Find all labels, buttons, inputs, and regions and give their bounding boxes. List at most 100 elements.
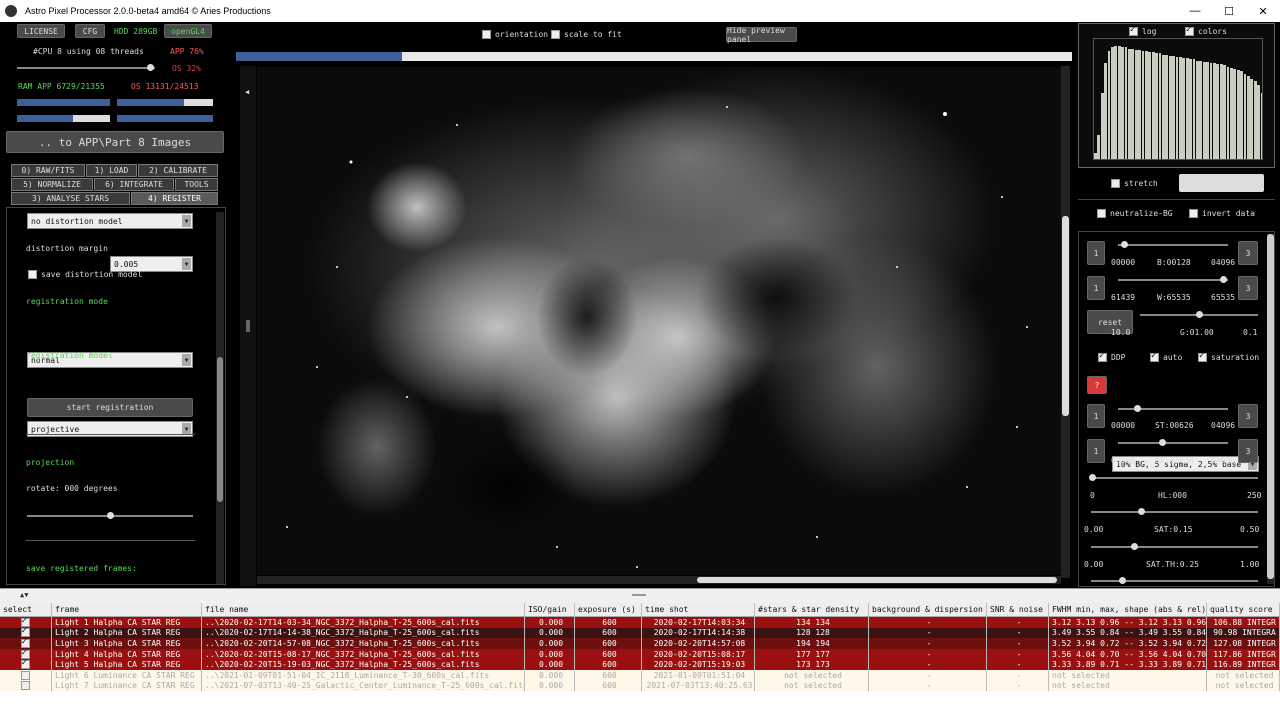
gamma-slider[interactable]: [1140, 311, 1258, 318]
distortion-model-select[interactable]: no distortion model ▼: [27, 213, 193, 229]
row-select-checkbox[interactable]: [20, 617, 30, 627]
table-row[interactable]: Light 4 Halpha CA STAR REG..\2020-02-20T…: [0, 648, 1280, 660]
cfg-button[interactable]: CFG: [75, 24, 105, 38]
rotate-slider[interactable]: [27, 512, 193, 519]
hl-slider[interactable]: [1089, 474, 1258, 481]
st-decrement-button[interactable]: 1: [1087, 404, 1105, 428]
image-preview[interactable]: [257, 67, 1061, 575]
satth-slider[interactable]: [1091, 543, 1258, 550]
working-directory-button[interactable]: .. to APP\Part 8 Images: [6, 131, 224, 153]
table-row[interactable]: Light 2 Halpha CA STAR REG..\2020-02-17T…: [0, 627, 1280, 639]
neutralize-bg-option[interactable]: neutralize-BG: [1097, 209, 1173, 218]
b-slider[interactable]: [1118, 241, 1228, 248]
log-option[interactable]: log: [1129, 25, 1156, 36]
preview-horizontal-scrollbar[interactable]: [257, 576, 1061, 584]
column-header[interactable]: frame: [52, 603, 202, 616]
tab-analyse-stars[interactable]: 3) ANALYSE STARS: [11, 192, 130, 205]
tab-integrate[interactable]: 6) INTEGRATE: [94, 178, 174, 191]
sat-slider[interactable]: [1091, 508, 1258, 515]
log-checkbox[interactable]: [1129, 25, 1138, 36]
license-button[interactable]: LICENSE: [17, 24, 65, 38]
stretch-checkbox[interactable]: [1111, 179, 1120, 188]
select-cell[interactable]: [0, 648, 52, 660]
tab-raw-fits[interactable]: 0) RAW/FITS: [11, 164, 85, 177]
ddp-option[interactable]: DDP: [1098, 351, 1125, 362]
left-panel-scrollbar[interactable]: [216, 212, 224, 584]
minimize-button[interactable]: —: [1178, 5, 1212, 18]
auto-checkbox[interactable]: [1150, 351, 1159, 362]
select-cell[interactable]: [0, 617, 52, 628]
table-row[interactable]: Light 1 Halpha CA STAR REG..\2020-02-17T…: [0, 617, 1280, 628]
row-select-checkbox[interactable]: [20, 681, 30, 691]
tab-load[interactable]: 1) LOAD: [86, 164, 137, 177]
auto-option[interactable]: auto: [1150, 351, 1182, 362]
st-slider[interactable]: [1118, 405, 1228, 412]
splitter-handle[interactable]: [246, 320, 250, 332]
colors-checkbox[interactable]: [1185, 25, 1194, 36]
table-row[interactable]: Light 7 Luminance CA STAR REG ..\2021-07-…: [0, 680, 1280, 692]
select-cell[interactable]: [0, 669, 52, 681]
column-header[interactable]: time shot: [642, 603, 755, 616]
w-decrement-button[interactable]: 1: [1087, 276, 1105, 300]
invert-data-option[interactable]: invert data: [1189, 209, 1255, 218]
thread-slider[interactable]: [17, 64, 155, 71]
hide-preview-button[interactable]: Hide preview panel: [726, 26, 797, 44]
stretch-option[interactable]: stretch: [1111, 179, 1158, 188]
preview-vertical-scrollbar[interactable]: [1061, 66, 1070, 578]
table-splitter[interactable]: ▲▼: [0, 588, 1280, 603]
tab-tools[interactable]: TOOLS: [175, 178, 218, 191]
table-row[interactable]: Light 3 Halpha CA STAR REG..\2020-02-20T…: [0, 638, 1280, 649]
column-header[interactable]: FWHM min, max, shape (abs & rel): [1049, 603, 1207, 616]
saturation-option[interactable]: saturation: [1198, 351, 1259, 362]
column-header[interactable]: ISO/gain: [525, 603, 575, 616]
st-increment-button[interactable]: 3: [1238, 404, 1258, 428]
column-header[interactable]: file name: [202, 603, 525, 616]
stretch-apply-button[interactable]: [1179, 174, 1264, 192]
select-cell[interactable]: [0, 627, 52, 639]
extra-slider[interactable]: [1091, 577, 1258, 584]
tab-register[interactable]: 4) REGISTER: [131, 192, 218, 205]
scale-to-fit-option[interactable]: scale to fit: [551, 30, 622, 39]
maximize-button[interactable]: ☐: [1212, 5, 1246, 18]
invert-data-checkbox[interactable]: [1189, 209, 1198, 218]
opengl-button[interactable]: openGL4: [164, 24, 212, 38]
ba-slider[interactable]: [1118, 439, 1228, 446]
row-select-checkbox[interactable]: [20, 628, 30, 638]
w-slider[interactable]: [1118, 276, 1228, 283]
select-cell[interactable]: [0, 680, 52, 692]
b-increment-button[interactable]: 3: [1238, 241, 1258, 265]
row-select-checkbox[interactable]: [20, 649, 30, 659]
w-increment-button[interactable]: 3: [1238, 276, 1258, 300]
ba-decrement-button[interactable]: 1: [1087, 439, 1105, 463]
start-registration-button[interactable]: start registration: [27, 398, 193, 417]
b-decrement-button[interactable]: 1: [1087, 241, 1105, 265]
column-header[interactable]: #stars & star density: [755, 603, 869, 616]
colors-option[interactable]: colors: [1185, 25, 1227, 36]
help-button[interactable]: ?: [1087, 376, 1107, 394]
table-row[interactable]: Light 5 Halpha CA STAR REG..\2020-02-20T…: [0, 659, 1280, 670]
save-distortion-option[interactable]: save distortion model: [28, 270, 142, 279]
select-cell[interactable]: [0, 638, 52, 649]
neutralize-bg-checkbox[interactable]: [1097, 209, 1106, 218]
ddp-checkbox[interactable]: [1098, 351, 1107, 362]
tab-normalize[interactable]: 5) NORMALIZE: [11, 178, 93, 191]
table-row[interactable]: Light 6 Luminance CA STAR REG ..\2021-01-…: [0, 669, 1280, 681]
row-select-checkbox[interactable]: [20, 670, 30, 680]
orientation-checkbox[interactable]: [482, 30, 491, 39]
saturation-checkbox[interactable]: [1198, 351, 1207, 362]
column-header[interactable]: background & dispersion: [869, 603, 987, 616]
row-select-checkbox[interactable]: [20, 659, 30, 670]
orientation-option[interactable]: orientation: [482, 30, 548, 39]
close-button[interactable]: ✕: [1246, 5, 1280, 18]
select-cell[interactable]: [0, 659, 52, 670]
save-distortion-checkbox[interactable]: [28, 270, 37, 279]
scale-to-fit-checkbox[interactable]: [551, 30, 560, 39]
right-panel-scrollbar[interactable]: [1267, 234, 1274, 584]
tab-calibrate[interactable]: 2) CALIBRATE: [138, 164, 218, 177]
column-header[interactable]: select: [0, 603, 52, 616]
column-header[interactable]: SNR & noise: [987, 603, 1049, 616]
column-header[interactable]: quality score: [1207, 603, 1280, 616]
ba-increment-button[interactable]: 3: [1238, 439, 1258, 463]
row-select-checkbox[interactable]: [20, 638, 30, 648]
column-header[interactable]: exposure (s): [575, 603, 642, 616]
